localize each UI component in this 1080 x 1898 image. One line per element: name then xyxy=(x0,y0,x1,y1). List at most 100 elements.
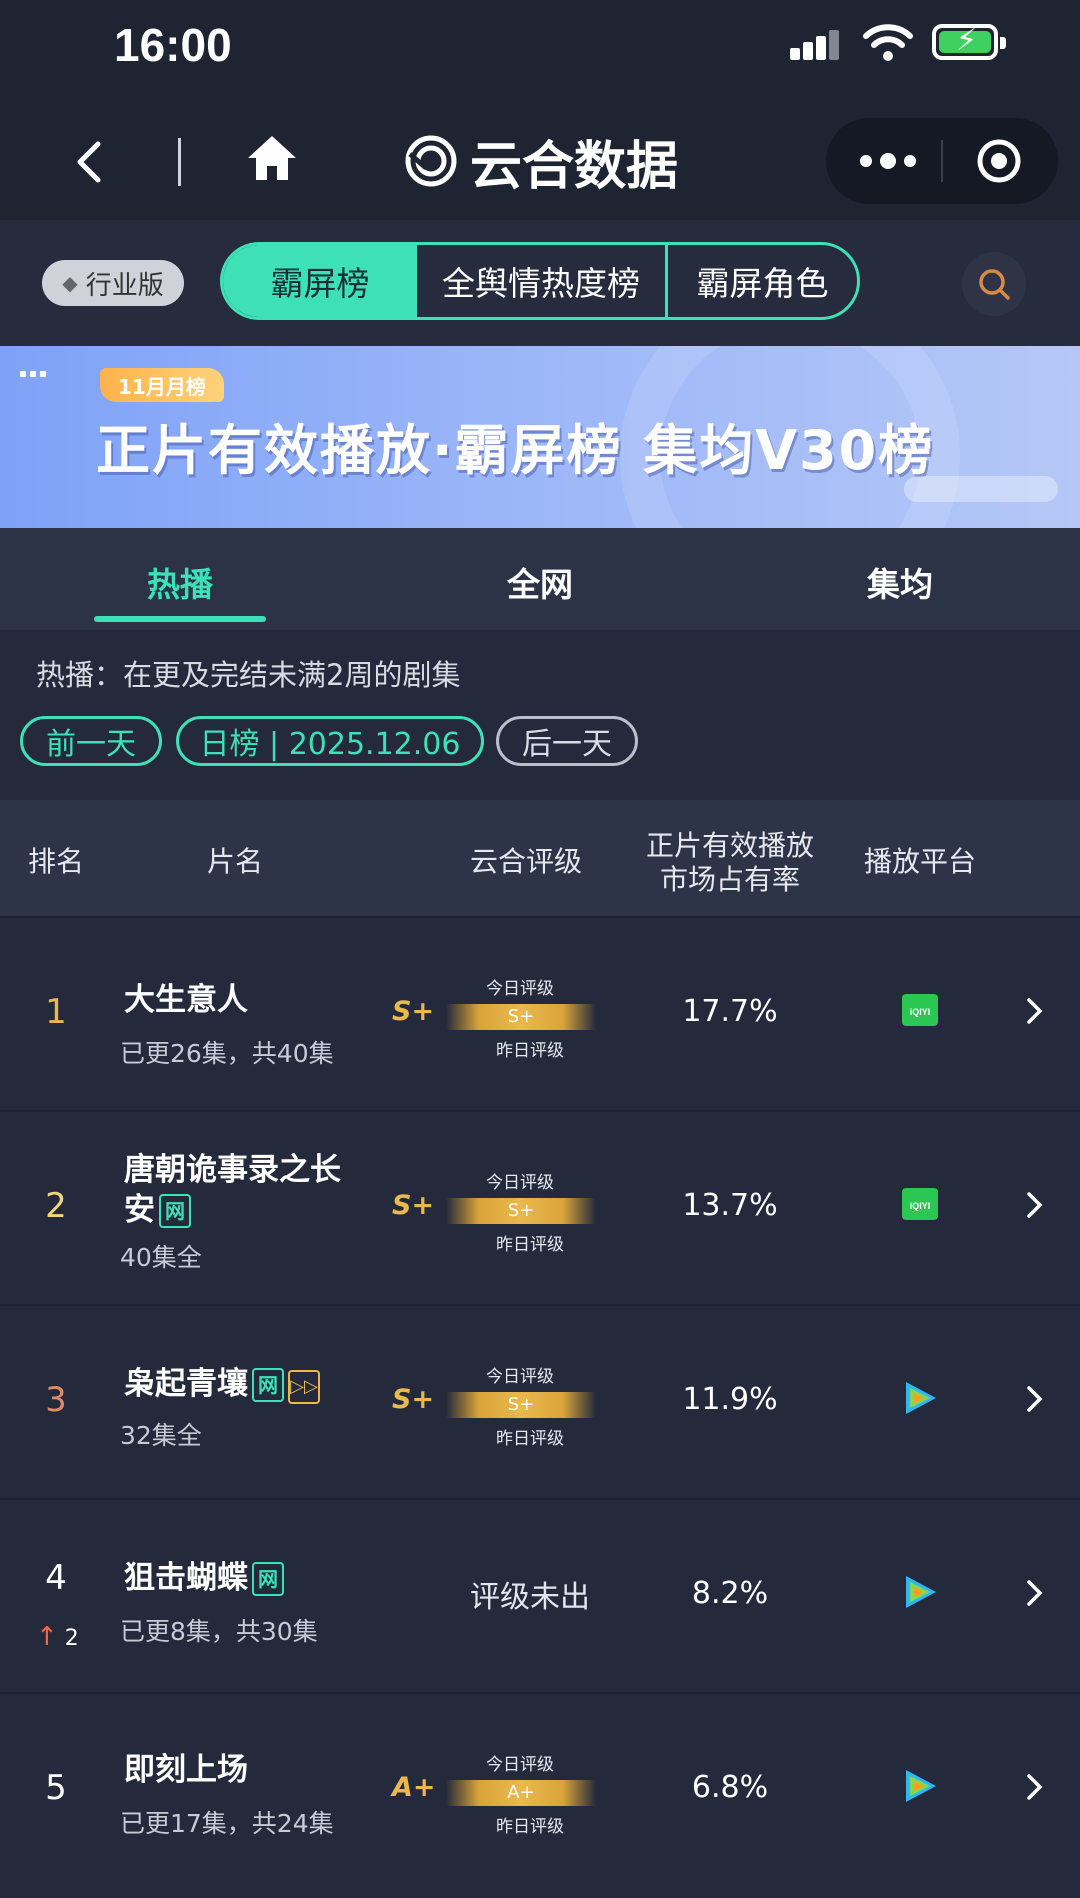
banner-dots xyxy=(20,362,50,381)
rank-number: 3 xyxy=(45,1380,67,1420)
more-icon[interactable] xyxy=(858,146,918,176)
market-share: 8.2% xyxy=(691,1576,769,1611)
col-share-line2: 市场占有率 xyxy=(659,863,800,896)
show-title: 大生意人 xyxy=(124,982,248,1018)
grade-gauge: 今日评级 S+ 昨日评级 xyxy=(440,1168,620,1258)
rank-number: 2 xyxy=(45,1186,67,1226)
category-tabs: 热播 全网 集均 xyxy=(0,528,1080,630)
today-grade-label: 今日评级 xyxy=(486,979,554,999)
up-arrow-icon: ↑ xyxy=(36,1622,58,1652)
gauge-grade: S+ xyxy=(507,1394,535,1415)
trend-value: 2 xyxy=(64,1626,79,1651)
table-row[interactable]: 4 ↑ 2 狙击蝴蝶网 已更8集，共30集 评级未出 8.2% xyxy=(0,1498,1080,1692)
chevron-right-icon[interactable] xyxy=(1024,1384,1046,1414)
promo-banner[interactable]: 11月月榜 正片有效播放·霸屏榜 集均V30榜 xyxy=(0,346,1080,528)
grade-value: S+ xyxy=(392,1190,435,1221)
show-title-line1: 唐朝诡事录之长 xyxy=(124,1152,341,1188)
grade-gauge: 今日评级 S+ 昨日评级 xyxy=(440,1362,620,1452)
tab-quanwang[interactable]: 全网 xyxy=(440,558,640,606)
grade-gauge: 今日评级 S+ 昨日评级 xyxy=(440,974,620,1064)
yunhe-logo-icon xyxy=(405,135,457,187)
web-drama-tag: 网 xyxy=(159,1194,191,1228)
banner-badge: 11月月榜 xyxy=(100,368,224,402)
status-time: 16:00 xyxy=(114,19,232,71)
market-share: 17.7% xyxy=(682,994,778,1029)
col-platform: 播放平台 xyxy=(863,845,976,878)
segment-bapingbang[interactable]: 霸屏榜 xyxy=(223,245,417,317)
gauge-grade: S+ xyxy=(507,1200,535,1221)
active-tab-indicator xyxy=(94,616,266,622)
gauge-grade: A+ xyxy=(507,1782,535,1803)
filter-bar: ◆ 行业版 霸屏榜 全舆情热度榜 霸屏角色 xyxy=(0,220,1080,346)
table-row[interactable]: 1 大生意人 已更26集，共40集 S+ 今日评级 S+ 昨日评级 17.7% … xyxy=(0,916,1080,1110)
today-grade-label: 今日评级 xyxy=(486,1173,554,1193)
show-title-text: 狙击蝴蝶 xyxy=(124,1560,248,1596)
market-share: 13.7% xyxy=(682,1188,778,1223)
signal-icon xyxy=(790,30,840,60)
rank-trend: ↑ 2 xyxy=(36,1622,79,1652)
col-grade: 云合评级 xyxy=(469,845,582,878)
svg-text:iQIYI: iQIYI xyxy=(910,1007,931,1017)
today-grade-label: 今日评级 xyxy=(486,1755,554,1775)
market-share: 6.8% xyxy=(691,1770,769,1805)
rank-number: 5 xyxy=(45,1768,67,1808)
segment-yuqing-heat[interactable]: 全舆情热度榜 xyxy=(417,245,668,317)
brand-name: 云合数据 xyxy=(470,136,679,197)
svg-text:iQIYI: iQIYI xyxy=(910,1201,931,1211)
web-drama-tag: 网 xyxy=(252,1562,284,1596)
col-title: 片名 xyxy=(206,845,263,878)
grade-gauge: 今日评级 A+ 昨日评级 xyxy=(440,1750,620,1840)
episode-info: 已更8集，共30集 xyxy=(120,1617,318,1646)
next-day-button[interactable]: 后一天 xyxy=(496,716,638,766)
tencent-video-icon xyxy=(906,1770,936,1802)
episode-info: 32集全 xyxy=(120,1421,202,1450)
table-header: 排名 片名 云合评级 正片有效播放 市场占有率 播放平台 xyxy=(0,800,1080,916)
episode-info: 已更26集，共40集 xyxy=(120,1039,334,1068)
edition-label: 行业版 xyxy=(85,270,164,301)
banner-title: 正片有效播放·霸屏榜 集均V30榜 xyxy=(96,419,935,482)
rank-number: 4 xyxy=(45,1558,67,1598)
prev-day-button[interactable]: 前一天 xyxy=(20,716,162,766)
chevron-right-icon[interactable] xyxy=(1024,1772,1046,1802)
grade-value: S+ xyxy=(392,996,435,1027)
show-title: 即刻上场 xyxy=(124,1752,248,1788)
segment-baping-role[interactable]: 霸屏角色 xyxy=(668,245,857,317)
yesterday-grade-label: 昨日评级 xyxy=(496,1041,564,1061)
nav-divider xyxy=(178,138,181,186)
iqiyi-icon: iQIYI xyxy=(902,1188,938,1220)
episode-info: 已更17集，共24集 xyxy=(120,1809,334,1838)
status-bar: 16:00 ⚡ xyxy=(0,0,1080,100)
chevron-right-icon[interactable] xyxy=(1024,1578,1046,1608)
edition-badge[interactable]: ◆ 行业版 xyxy=(42,260,184,306)
market-share: 11.9% xyxy=(682,1382,778,1417)
rank-number: 1 xyxy=(45,992,67,1032)
col-rank: 排名 xyxy=(27,845,84,878)
chevron-right-icon[interactable] xyxy=(1024,1190,1046,1220)
close-miniapp-icon[interactable] xyxy=(976,138,1022,184)
show-title-text: 枭起青壤 xyxy=(124,1366,248,1402)
home-icon[interactable] xyxy=(244,132,300,184)
nav-bar: 云合数据 xyxy=(0,100,1080,220)
grade-value: A+ xyxy=(392,1772,436,1803)
banner-indicator xyxy=(904,476,1058,502)
show-title: 狙击蝴蝶网 xyxy=(124,1558,364,1598)
gauge-grade: S+ xyxy=(507,1006,535,1027)
tab-jijun[interactable]: 集均 xyxy=(800,558,1000,606)
table-row[interactable]: 3 枭起青壤网 ▷▷ 32集全 S+ 今日评级 S+ 昨日评级 11.9% xyxy=(0,1304,1080,1498)
grade-pending: 评级未出 xyxy=(470,1580,590,1615)
table-row[interactable]: 2 唐朝诡事录之长 安网 40集全 S+ 今日评级 S+ 昨日评级 13.7% … xyxy=(0,1110,1080,1304)
ranking-segment-control: 霸屏榜 全舆情热度榜 霸屏角色 xyxy=(220,242,860,320)
show-title: 唐朝诡事录之长 安网 xyxy=(124,1150,364,1230)
yesterday-grade-label: 昨日评级 xyxy=(496,1235,564,1255)
tab-rebo[interactable]: 热播 xyxy=(80,558,280,606)
today-grade-label: 今日评级 xyxy=(486,1367,554,1387)
show-title: 枭起青壤网 ▷▷ xyxy=(124,1364,364,1404)
back-arrow-icon[interactable] xyxy=(70,140,110,184)
table-row[interactable]: 5 即刻上场 已更17集，共24集 A+ 今日评级 A+ 昨日评级 6.8% xyxy=(0,1692,1080,1898)
iqiyi-icon: iQIYI xyxy=(902,994,938,1026)
search-icon[interactable] xyxy=(962,252,1026,316)
battery-icon: ⚡ xyxy=(932,24,1006,60)
episode-info: 40集全 xyxy=(120,1243,202,1272)
chevron-right-icon[interactable] xyxy=(1024,996,1046,1026)
date-picker[interactable]: 日榜 | 2025.12.06 xyxy=(176,716,484,766)
